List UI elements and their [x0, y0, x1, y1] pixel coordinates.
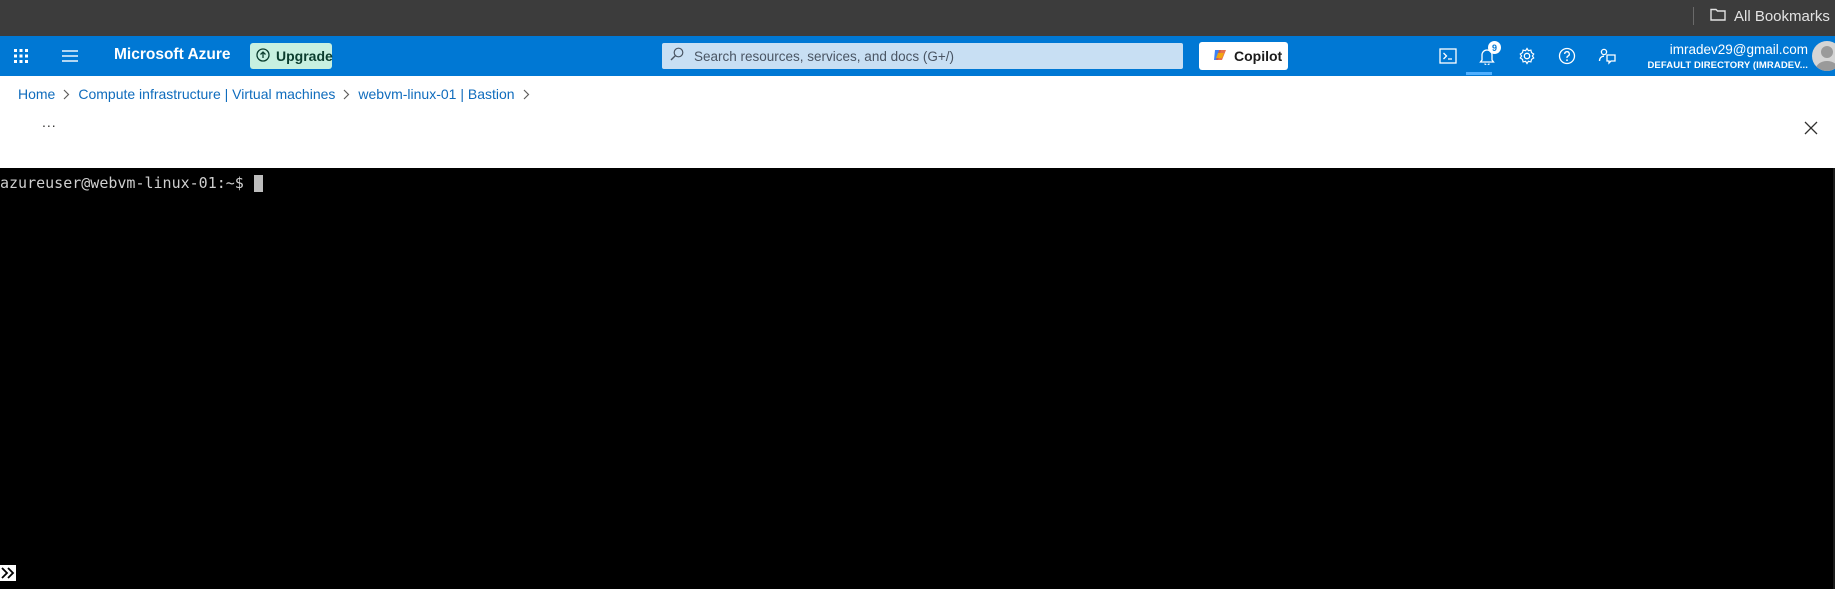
bastion-terminal[interactable]: azureuser@webvm-linux-01:~$ [0, 168, 1835, 589]
cloud-shell-icon[interactable] [1435, 44, 1461, 68]
chevron-right-icon [523, 89, 530, 100]
close-icon[interactable] [1800, 117, 1822, 139]
bookmarks-separator [1693, 7, 1694, 25]
account-directory: DEFAULT DIRECTORY (IMRADEV... [1647, 60, 1808, 71]
account-menu[interactable]: imradev29@gmail.com DEFAULT DIRECTORY (I… [1640, 42, 1808, 72]
azure-topbar: Microsoft Azure Upgrade Copilot 9 [0, 36, 1835, 76]
expand-toolbar-icon[interactable] [0, 565, 16, 581]
breadcrumb-bastion[interactable]: webvm-linux-01 | Bastion [358, 86, 514, 102]
upgrade-button[interactable]: Upgrade [250, 43, 333, 69]
terminal-prompt: azureuser@webvm-linux-01:~$ [0, 174, 263, 192]
brand-title[interactable]: Microsoft Azure [114, 46, 231, 64]
breadcrumb-virtual-machines[interactable]: Compute infrastructure | Virtual machine… [78, 86, 335, 102]
chevron-right-icon [343, 89, 350, 100]
upgrade-label: Upgrade [276, 48, 333, 64]
folder-icon [1710, 7, 1726, 25]
search-input[interactable] [692, 47, 1183, 65]
chevron-right-icon [63, 89, 70, 100]
hamburger-icon[interactable] [56, 44, 84, 68]
avatar[interactable] [1812, 41, 1835, 71]
terminal-cursor [253, 174, 263, 192]
copilot-icon [1212, 47, 1228, 66]
all-bookmarks-button[interactable]: All Bookmarks [1710, 6, 1830, 26]
all-bookmarks-label: All Bookmarks [1734, 7, 1830, 25]
global-search[interactable] [662, 43, 1183, 69]
feedback-icon[interactable] [1594, 44, 1620, 68]
copilot-label: Copilot [1234, 48, 1283, 64]
waffle-icon[interactable] [8, 44, 34, 68]
blade-header: Home Compute infrastructure | Virtual ma… [0, 76, 1835, 168]
bell-icon[interactable]: 9 [1474, 41, 1501, 68]
notifications-active-indicator [1466, 72, 1492, 75]
terminal-prompt-text: azureuser@webvm-linux-01:~$ [0, 174, 244, 192]
more-options-button[interactable]: ... [42, 114, 57, 130]
search-icon [670, 47, 684, 66]
account-email: imradev29@gmail.com [1669, 42, 1808, 57]
notification-count-badge: 9 [1488, 41, 1501, 54]
breadcrumb-home[interactable]: Home [18, 86, 55, 102]
gear-icon[interactable] [1514, 44, 1540, 68]
breadcrumb: Home Compute infrastructure | Virtual ma… [18, 86, 538, 102]
copilot-button[interactable]: Copilot [1199, 42, 1288, 70]
bookmarks-bar: All Bookmarks [0, 0, 1835, 36]
help-icon[interactable] [1554, 44, 1580, 68]
upgrade-arrow-icon [256, 47, 270, 65]
